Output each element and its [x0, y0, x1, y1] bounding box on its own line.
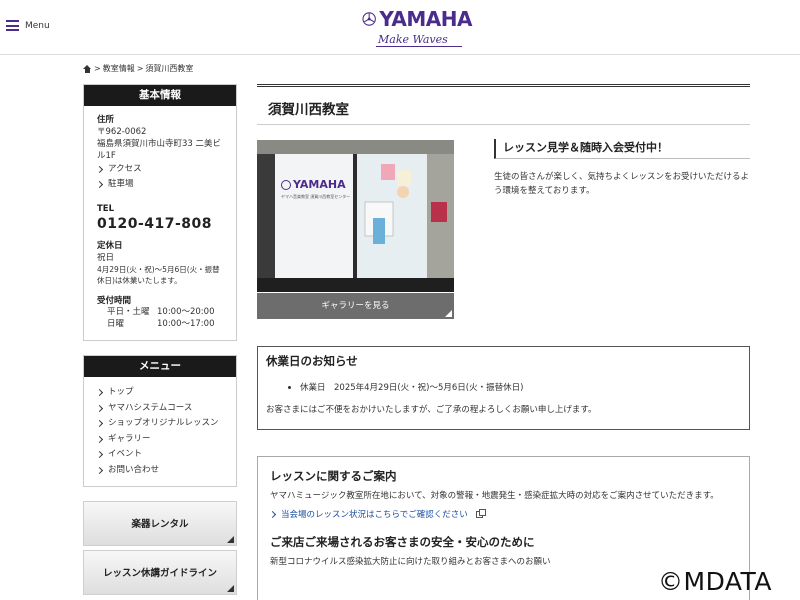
home-icon[interactable]	[83, 64, 92, 73]
chevron-right-icon	[95, 466, 104, 474]
closure-notice-box: 休業日のお知らせ 休業日 2025年4月29日(火・祝)〜5月6日(火・振替休日…	[257, 346, 750, 430]
chevron-right-icon	[95, 435, 104, 443]
sidebar-item-contact[interactable]: お問い合わせ	[95, 463, 224, 479]
sidebar-item-label: お問い合わせ	[108, 464, 160, 475]
sign-subtext: ヤマハ音楽教室 須賀川西教室センター	[281, 194, 351, 199]
hours-days: 日曜	[107, 318, 125, 329]
title-divider	[257, 124, 750, 125]
instrument-rental-button[interactable]: 楽器レンタル	[83, 501, 237, 546]
instrument-rental-label: 楽器レンタル	[131, 519, 189, 530]
sidebar-item-label: ヤマハシステムコース	[108, 402, 193, 413]
promo-text: 生徒の皆さんが楽しく、気持ちよくレッスンをお受けいただけるよう環境を整えておりま…	[494, 172, 750, 196]
sidebar-item-label: ショップオリジナルレッスン	[108, 418, 219, 428]
sidebar-item-label: トップ	[108, 387, 134, 397]
menu-box: メニュー トップ ヤマハシステムコース ショップオリジナルレッスン ギャラリー …	[83, 355, 237, 487]
tel-number[interactable]: 0120-417-808	[97, 215, 224, 233]
logo-underline	[376, 46, 462, 47]
sidebar-item-events[interactable]: イベント	[95, 447, 224, 463]
sidebar-item-gallery[interactable]: ギャラリー	[95, 432, 224, 448]
hours-label: 受付時間	[97, 296, 132, 306]
sign-logo-text: YAMAHA	[293, 178, 346, 191]
sign-logo: YAMAHA	[281, 178, 346, 191]
sidebar-item-top[interactable]: トップ	[95, 385, 224, 401]
lesson-info-title: レッスンに関するご案内	[270, 469, 397, 483]
access-link[interactable]: アクセス	[95, 162, 224, 177]
gallery-button-label: ギャラリーを見る	[321, 301, 390, 311]
basic-info-heading: 基本情報	[84, 85, 236, 106]
postal-code: 〒962-0062	[97, 127, 147, 137]
lesson-status-link-label: 当会場のレッスン状況はこちらでご確認ください	[281, 510, 468, 520]
chevron-right-icon	[95, 165, 104, 174]
yamaha-logo[interactable]: YAMAHA Make Waves	[362, 8, 472, 50]
address-text: 福島県須賀川市山寺町33 二美ビル1F	[97, 139, 222, 161]
classroom-photo: YAMAHA ヤマハ音楽教室 須賀川西教室センター	[257, 140, 454, 292]
watermark: ©MDATA	[658, 567, 772, 596]
page-title: 須賀川西教室	[268, 102, 349, 118]
logo-wordmark: YAMAHA	[379, 7, 472, 31]
chevron-right-icon	[95, 420, 104, 428]
gallery-button[interactable]: ギャラリーを見る	[257, 293, 454, 319]
notice-item-text: 休業日 2025年4月29日(火・祝)〜5月6日(火・振替休日)	[300, 383, 524, 393]
chevron-right-icon	[95, 389, 104, 397]
notice-note: お客さまにはご不便をおかけいたしますが、ご了承の程よろしくお願い申し上げます。	[266, 405, 597, 415]
hours-row: 平日・土曜 10:00〜20:00	[97, 307, 224, 319]
corner-arrow-icon	[227, 536, 234, 543]
notice-item: 休業日 2025年4月29日(火・祝)〜5月6日(火・振替休日)	[288, 381, 741, 393]
sidebar: 基本情報 住所 〒962-0062 福島県須賀川市山寺町33 二美ビル1F アク…	[83, 84, 237, 599]
menu-heading: メニュー	[84, 356, 236, 377]
external-link-icon	[475, 508, 486, 518]
main-content: 須賀川西教室 YAMAHA ヤマハ音楽教室 須賀川西教室センター ギャラリーを見…	[257, 84, 750, 600]
chevron-right-icon	[95, 404, 104, 412]
sidebar-item-original-lesson[interactable]: ショップオリジナルレッスン	[95, 416, 224, 432]
breadcrumb: > 教室情報 > 須賀川西教室	[83, 63, 193, 74]
sidebar-item-label: イベント	[108, 449, 143, 459]
breadcrumb-separator: >	[94, 64, 101, 73]
closed-days-note: 4月29日(火・祝)〜5月6日(火・振替休日)は休業いたします。	[97, 265, 220, 285]
menu-label: Menu	[25, 20, 50, 31]
tuning-fork-emblem-icon	[362, 12, 376, 26]
access-link-label: アクセス	[108, 164, 142, 174]
hours-days: 平日・土曜	[107, 307, 150, 317]
chevron-right-icon	[95, 180, 104, 189]
lesson-cancel-guideline-label: レッスン休講ガイドライン	[102, 568, 217, 579]
logo-tagline: Make Waves	[378, 33, 448, 46]
bullet-icon	[288, 385, 291, 389]
parking-link-label: 駐車場	[108, 179, 134, 189]
site-header: Menu YAMAHA Make Waves	[0, 0, 800, 55]
closed-days-label: 定休日	[97, 241, 123, 251]
sidebar-item-system-course[interactable]: ヤマハシステムコース	[95, 401, 224, 417]
sidebar-item-label: ギャラリー	[108, 433, 151, 444]
closed-days-value: 祝日	[97, 253, 115, 263]
storefront-image	[257, 140, 454, 292]
hours-time: 10:00〜17:00	[157, 318, 215, 329]
notice-title: 休業日のお知らせ	[266, 354, 358, 368]
safety-title: ご来店ご来場されるお客さまの安全・安心のために	[270, 535, 535, 549]
breadcrumb-separator: >	[136, 64, 144, 73]
breadcrumb-item-classrooms[interactable]: 教室情報	[103, 63, 135, 74]
corner-arrow-icon	[227, 585, 234, 592]
promo-title: レッスン見学＆随時入会受付中！	[494, 139, 750, 159]
tel-label: TEL	[97, 204, 115, 214]
hours-row: 日曜 10:00〜17:00	[97, 319, 224, 331]
address-label: 住所	[97, 115, 115, 125]
basic-info-box: 基本情報 住所 〒962-0062 福島県須賀川市山寺町33 二美ビル1F アク…	[83, 84, 237, 341]
sign-emblem-icon	[281, 179, 291, 190]
corner-arrow-icon	[445, 310, 452, 317]
breadcrumb-item-current: 須賀川西教室	[145, 64, 194, 73]
menu-button[interactable]: Menu	[6, 20, 50, 31]
chevron-right-icon	[268, 510, 277, 518]
lesson-status-link[interactable]: 当会場のレッスン状況はこちらでご確認ください	[268, 508, 737, 520]
chevron-right-icon	[95, 451, 104, 459]
title-bar: 須賀川西教室	[257, 84, 750, 125]
hours-time: 10:00〜20:00	[157, 307, 215, 317]
parking-link[interactable]: 駐車場	[95, 177, 224, 192]
hamburger-icon	[6, 20, 19, 31]
lesson-cancel-guideline-button[interactable]: レッスン休講ガイドライン	[83, 550, 237, 595]
lesson-info-text: ヤマハミュージック教室所在地において、対象の警報・地震発生・感染症拡大時の対応を…	[270, 491, 719, 501]
